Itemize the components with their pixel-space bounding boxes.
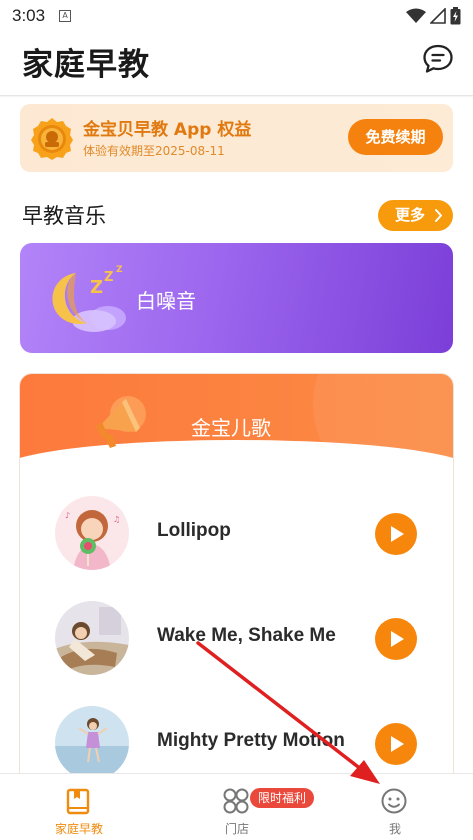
- vip-benefits-card[interactable]: 金宝贝早教 App 权益 体验有效期至2025-08-11 免费续期: [20, 104, 453, 172]
- more-label: 更多: [395, 206, 426, 224]
- song-thumbnail: [55, 601, 129, 675]
- svg-text:♫: ♫: [113, 515, 120, 524]
- grid-icon: [223, 788, 249, 814]
- battery-charging-icon: [450, 7, 461, 25]
- chevron-right-icon: [435, 209, 442, 222]
- tab-label: 门店: [224, 822, 249, 836]
- more-button[interactable]: 更多: [378, 200, 453, 231]
- svg-text:♪: ♪: [65, 511, 70, 520]
- song-item-wake-me[interactable]: Wake Me, Shake Me: [20, 599, 453, 679]
- white-noise-card[interactable]: Z Z Z 白噪音: [20, 243, 453, 353]
- app-header: 家庭早教: [0, 32, 473, 96]
- white-noise-label: 白噪音: [136, 289, 196, 313]
- play-icon: [391, 526, 404, 542]
- bottom-tab-bar: 家庭早教 限时福利 门店 我: [0, 773, 473, 840]
- page-title: 家庭早教: [22, 47, 150, 83]
- tab-home-education[interactable]: 家庭早教: [0, 774, 158, 840]
- song-title: Lollipop: [157, 520, 231, 541]
- svg-text:Z: Z: [116, 265, 123, 275]
- music-section-title: 早教音乐: [22, 204, 106, 228]
- sleeping-moon-icon: Z Z Z: [52, 265, 126, 332]
- nursery-songs-card: 金宝儿歌 ♪ ♫ Lollipop Wake Me, Shake Me Migh…: [20, 374, 453, 773]
- song-thumbnail: [55, 706, 129, 773]
- main-content[interactable]: 金宝贝早教 App 权益 体验有效期至2025-08-11 免费续期 早教音乐 …: [0, 97, 473, 773]
- status-bar: 3:03 A: [0, 0, 473, 32]
- play-button[interactable]: [375, 513, 417, 555]
- song-item-mighty-pretty[interactable]: Mighty Pretty Motion: [20, 704, 453, 773]
- message-icon[interactable]: [421, 42, 455, 76]
- play-icon: [391, 736, 404, 752]
- song-thumbnail: ♪ ♫: [55, 496, 129, 570]
- megaphone-icon: [96, 396, 146, 448]
- vip-expiry: 体验有效期至2025-08-11: [83, 144, 225, 158]
- vip-title: 金宝贝早教 App 权益: [83, 120, 252, 140]
- tab-label: 家庭早教: [54, 822, 103, 836]
- signal-icon: [430, 8, 446, 24]
- play-button[interactable]: [375, 618, 417, 660]
- wifi-icon: [406, 8, 426, 23]
- free-renew-button[interactable]: 免费续期: [348, 119, 443, 155]
- tab-stores[interactable]: 限时福利 门店: [158, 774, 316, 840]
- song-title: Wake Me, Shake Me: [157, 625, 336, 646]
- songs-card-title: 金宝儿歌: [191, 416, 271, 440]
- play-icon: [391, 631, 404, 647]
- status-icons: [406, 7, 461, 25]
- status-time: 3:03: [12, 6, 46, 25]
- play-button[interactable]: [375, 723, 417, 765]
- tab-me[interactable]: 我: [316, 774, 473, 840]
- notification-a-icon: A: [59, 10, 72, 22]
- vip-medal-icon: [31, 118, 73, 160]
- promo-badge: 限时福利: [250, 788, 315, 808]
- book-icon: [66, 788, 90, 815]
- smile-face-icon: [381, 788, 407, 814]
- song-title: Mighty Pretty Motion: [157, 730, 345, 751]
- svg-text:Z: Z: [104, 270, 113, 285]
- song-item-lollipop[interactable]: ♪ ♫ Lollipop: [20, 494, 453, 574]
- tab-label: 我: [388, 822, 401, 836]
- svg-text:Z: Z: [90, 277, 103, 298]
